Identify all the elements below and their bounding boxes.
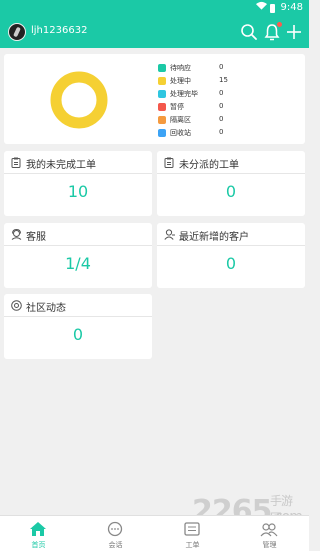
- card-header: 我的未完成工单: [4, 151, 152, 174]
- legend-swatch: [158, 129, 166, 137]
- legend-label: 回收站: [170, 129, 191, 137]
- manage-icon: [260, 521, 278, 537]
- ticket-overview-card: 待响应 0 处理中 15 处理完毕 0 暂停 0 隔离区 0 回收站 0: [4, 54, 305, 144]
- battery-icon: [270, 4, 275, 13]
- legend-count: 0: [219, 128, 224, 136]
- clipboard-icon: [11, 157, 21, 168]
- notification-dot: [277, 22, 282, 27]
- my-unfinished-tickets-card[interactable]: 我的未完成工单 10: [4, 151, 152, 216]
- avatar[interactable]: [8, 23, 26, 41]
- legend-label: 处理完毕: [170, 90, 198, 98]
- legend-label: 隔离区: [170, 116, 191, 124]
- card-title: 社区动态: [26, 303, 66, 314]
- tab-manage[interactable]: 管理: [231, 516, 308, 551]
- tab-label: 工单: [185, 541, 200, 549]
- legend-label: 暂停: [170, 103, 184, 111]
- ticket-donut-chart: [50, 71, 108, 129]
- legend-swatch: [158, 103, 166, 111]
- bell-icon[interactable]: [262, 22, 282, 42]
- app-header: ljh1236632: [0, 16, 309, 48]
- home-icon: [29, 521, 47, 537]
- tab-tickets[interactable]: 工单: [154, 516, 231, 551]
- clipboard-icon: [164, 157, 174, 168]
- card-value: 0: [225, 254, 237, 273]
- status-bar: 9:48: [0, 0, 309, 16]
- legend-count: 0: [219, 63, 224, 71]
- new-customers-card[interactable]: 最近新增的客户 0: [157, 223, 305, 288]
- card-value: 0: [225, 182, 237, 201]
- tab-chat[interactable]: 会话: [77, 516, 154, 551]
- tab-home[interactable]: 首页: [0, 516, 77, 551]
- legend-swatch: [158, 77, 166, 85]
- legend-count: 0: [219, 115, 224, 123]
- legend-label: 处理中: [170, 77, 191, 85]
- donut-segment-processing: [50, 71, 108, 129]
- bottom-nav: 首页 会话 工单 管理: [0, 515, 309, 551]
- legend-label: 待响应: [170, 64, 191, 72]
- legend-count: 0: [219, 102, 224, 110]
- plus-icon[interactable]: [284, 22, 304, 42]
- card-header: 未分派的工单: [157, 151, 305, 174]
- username[interactable]: ljh1236632: [31, 25, 87, 36]
- unassigned-tickets-card[interactable]: 未分派的工单 0: [157, 151, 305, 216]
- legend-swatch: [158, 64, 166, 72]
- wifi-icon: [256, 1, 267, 14]
- status-time: 9:48: [280, 2, 303, 13]
- tab-label: 管理: [262, 541, 277, 549]
- chat-icon: [106, 521, 124, 537]
- card-title: 最近新增的客户: [179, 232, 249, 243]
- card-header: 最近新增的客户: [157, 223, 305, 246]
- search-icon[interactable]: [239, 22, 259, 42]
- ticket-icon: [183, 521, 201, 537]
- card-title: 未分派的工单: [179, 160, 239, 171]
- customer-service-card[interactable]: 客服 1/4: [4, 223, 152, 288]
- tab-label: 首页: [31, 541, 46, 549]
- card-title: 客服: [26, 232, 46, 243]
- card-value: 0: [72, 325, 84, 344]
- user-icon: [164, 229, 175, 240]
- legend-swatch: [158, 116, 166, 124]
- card-value: 10: [67, 182, 89, 201]
- legend-count: 15: [219, 76, 228, 84]
- card-header: 社区动态: [4, 294, 152, 317]
- legend-swatch: [158, 90, 166, 98]
- card-header: 客服: [4, 223, 152, 246]
- tab-label: 会话: [108, 541, 123, 549]
- community-card[interactable]: 社区动态 0: [4, 294, 152, 359]
- card-value: 1/4: [65, 254, 91, 273]
- agent-icon: [11, 228, 22, 240]
- community-icon: [11, 300, 22, 311]
- legend-count: 0: [219, 89, 224, 97]
- card-title: 我的未完成工单: [26, 160, 96, 171]
